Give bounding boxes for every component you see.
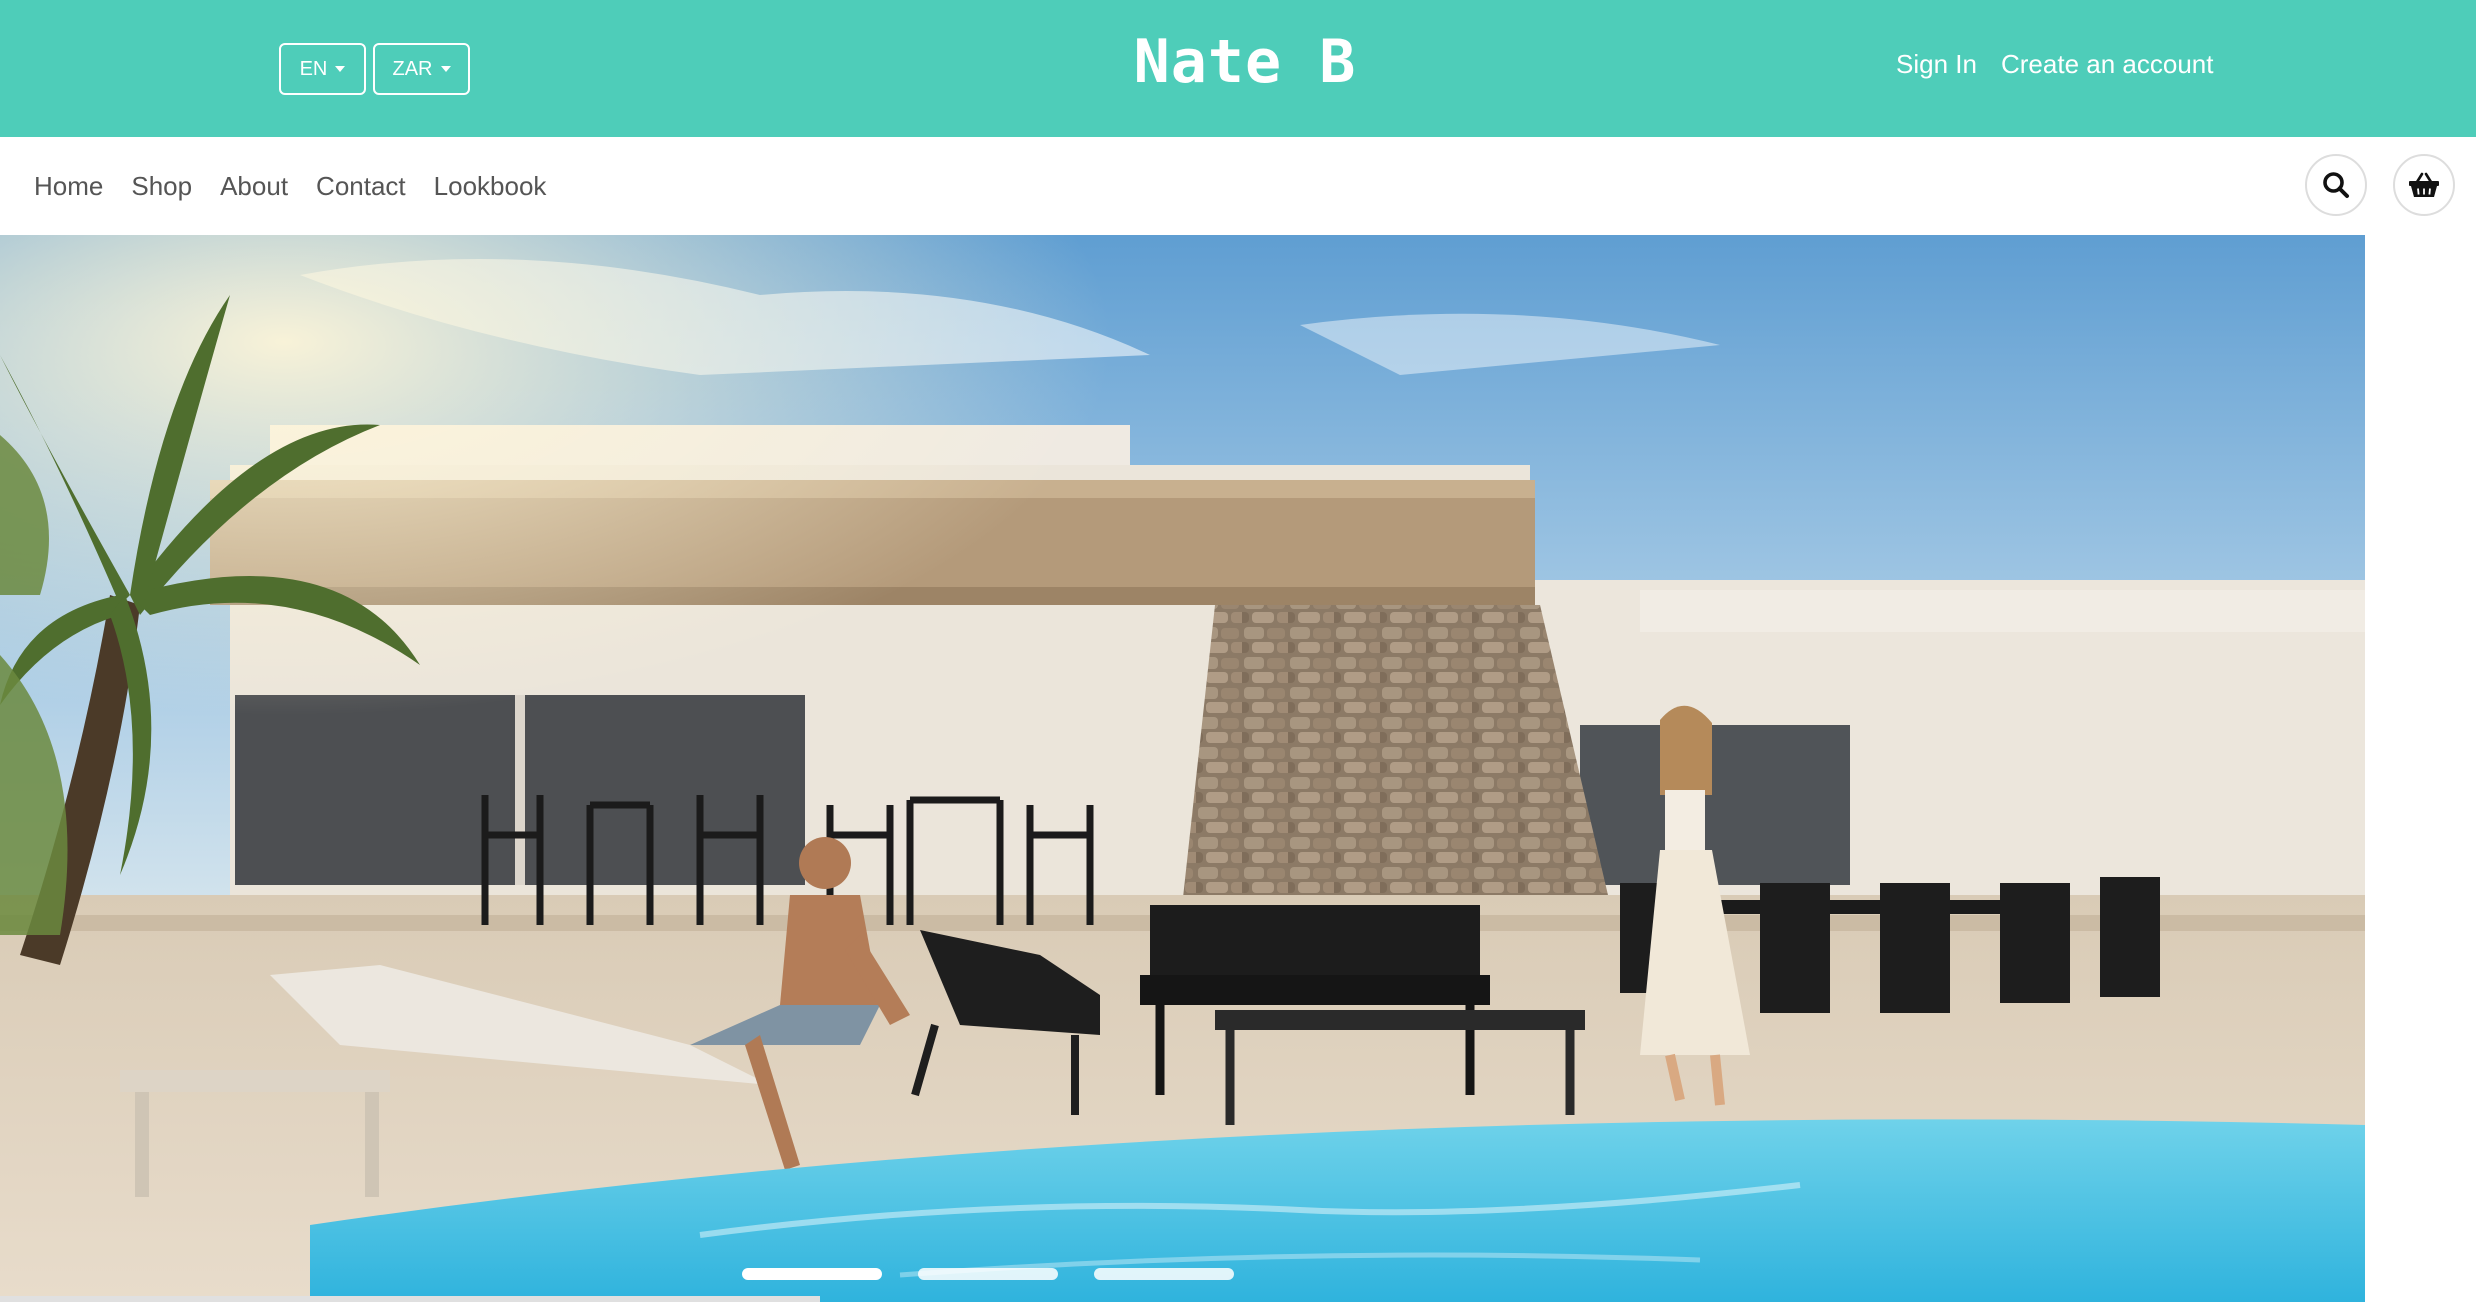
- hero-carousel[interactable]: [0, 235, 2365, 1302]
- nav-item-about: About: [220, 168, 288, 204]
- basket-icon: [2409, 172, 2439, 197]
- nav-link-home[interactable]: Home: [34, 171, 103, 201]
- nav-menu: Home Shop About Contact Lookbook: [34, 168, 546, 204]
- carousel-dot-3[interactable]: [1094, 1268, 1234, 1280]
- language-dropdown[interactable]: EN: [279, 43, 366, 95]
- top-bar: EN ZAR Nate B Sign In Create an account: [0, 0, 2476, 137]
- nav-link-lookbook[interactable]: Lookbook: [434, 171, 547, 201]
- main-nav: Home Shop About Contact Lookbook: [0, 137, 2476, 235]
- nav-link-contact[interactable]: Contact: [316, 171, 406, 201]
- nav-link-shop[interactable]: Shop: [131, 171, 192, 201]
- language-value: EN: [299, 57, 328, 80]
- site-logo[interactable]: Nate B: [1100, 22, 1390, 102]
- nav-item-lookbook: Lookbook: [434, 168, 547, 204]
- nav-link-about[interactable]: About: [220, 171, 288, 201]
- caret-down-icon: [440, 66, 451, 72]
- search-icon: [2323, 172, 2349, 198]
- hero-image: [0, 235, 2365, 1302]
- nav-item-home: Home: [34, 168, 103, 204]
- currency-value: ZAR: [392, 57, 433, 80]
- carousel-indicators: [742, 1268, 1234, 1280]
- search-button[interactable]: [2305, 154, 2367, 216]
- carousel-dot-1[interactable]: [742, 1268, 882, 1280]
- currency-dropdown[interactable]: ZAR: [373, 43, 470, 95]
- caret-down-icon: [335, 66, 346, 72]
- nav-item-contact: Contact: [316, 168, 406, 204]
- sign-in-link[interactable]: Sign In: [1896, 46, 1977, 82]
- carousel-dot-2[interactable]: [918, 1268, 1058, 1280]
- create-account-link[interactable]: Create an account: [2001, 46, 2213, 82]
- horizontal-scrollbar[interactable]: [0, 1296, 820, 1302]
- basket-button[interactable]: [2393, 154, 2455, 216]
- nav-item-shop: Shop: [131, 168, 192, 204]
